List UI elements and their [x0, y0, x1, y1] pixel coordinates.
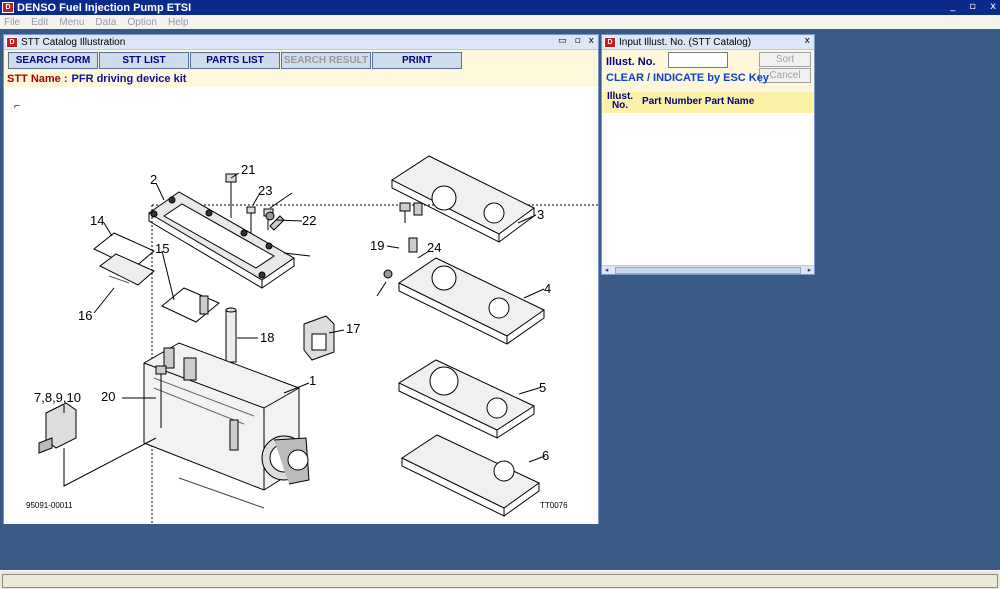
denso-app-icon: D [2, 2, 14, 13]
part-11-13-gaskets [94, 233, 154, 285]
stt-name-label: STT Name : [7, 73, 68, 85]
illustration-toolbar: SEARCH FORM STT LIST PARTS LIST SEARCH R… [4, 50, 598, 70]
callout-11: 14 [90, 213, 104, 228]
menu-edit[interactable]: Edit [31, 17, 48, 28]
app-titlebar: D DENSO Fuel Injection Pump ETSI _ ▫ x [0, 0, 1000, 15]
callout-14: 17 [346, 321, 360, 336]
callout-12: 15 [155, 241, 169, 256]
minimize-icon[interactable]: ▭ [558, 36, 567, 46]
parts-list-header: Illust. No. Part Number Part Name [602, 92, 814, 113]
parts-list-button[interactable]: PARTS LIST [190, 52, 280, 69]
col-part-header: Part Number Part Name [642, 96, 754, 107]
illustration-window-title: STT Catalog Illustration [21, 37, 125, 48]
callout-17: 20 [101, 389, 115, 404]
menu-data[interactable]: Data [95, 17, 116, 28]
input-window-title: Input Illust. No. (STT Catalog) [619, 37, 751, 48]
callout-2: 2 [150, 172, 157, 187]
callout-3: 3 [537, 207, 544, 222]
denso-window-icon: D [6, 37, 18, 48]
denso-window-icon: D [604, 37, 616, 48]
callout-1: 1 [309, 373, 316, 388]
part-4-plate [399, 238, 544, 344]
part-7-10-bracket [39, 403, 156, 486]
exploded-parts-drawing: 2 21 23 22 14 15 16 18 17 1 20 7,8,9,10 … [4, 88, 598, 524]
restore-icon[interactable]: ▫ [969, 1, 976, 12]
part-15-pin [226, 308, 236, 362]
callout-4: 4 [544, 281, 551, 296]
part-1-pump-body [144, 343, 309, 508]
status-field [2, 574, 998, 588]
restore-icon[interactable]: ▫ [575, 36, 581, 46]
menu-help[interactable]: Help [168, 17, 189, 28]
stt-list-button[interactable]: STT LIST [99, 52, 189, 69]
stt-catalog-illustration-window: D STT Catalog Illustration ▭ ▫ x SEARCH … [3, 34, 599, 524]
part-6-plate [402, 435, 539, 516]
sort-button[interactable]: Sort [759, 52, 811, 67]
stt-name-value: PFR driving device kit [72, 73, 187, 85]
minimize-icon[interactable]: _ [950, 1, 955, 12]
callout-20: 23 [258, 183, 272, 198]
close-icon[interactable]: x [589, 36, 594, 46]
callout-7-8-9-10: 7,8,9,10 [34, 390, 81, 405]
search-result-button[interactable]: SEARCH RESULT [281, 52, 371, 69]
callout-6: 6 [542, 448, 549, 463]
part-12 [162, 288, 219, 322]
horizontal-scrollbar[interactable]: ◂ ▸ [602, 265, 814, 274]
part-5-plate [399, 360, 534, 438]
window-controls: _ ▫ x [950, 1, 996, 12]
col-illust-no-header: Illust. No. [604, 92, 636, 110]
scroll-left-icon[interactable]: ◂ [602, 266, 611, 274]
search-form-button[interactable]: SEARCH FORM [8, 52, 98, 69]
illust-no-input[interactable] [668, 52, 728, 68]
callout-5: 5 [539, 380, 546, 395]
scroll-right-icon[interactable]: ▸ [805, 266, 814, 274]
menu-file[interactable]: File [4, 17, 20, 28]
app-title: DENSO Fuel Injection Pump ETSI [17, 2, 191, 14]
part-14-clamp [304, 316, 334, 360]
part-3-plate [392, 156, 534, 242]
callout-13: 16 [78, 308, 92, 323]
close-icon[interactable]: x [805, 36, 810, 46]
illustration-titlebar: D STT Catalog Illustration ▭ ▫ x [4, 35, 598, 50]
input-controls: Illust. No. Sort Cancel CLEAR / INDICATE… [602, 50, 814, 92]
illust-no-label: Illust. No. [606, 56, 656, 68]
clear-indicate-hint: CLEAR / INDICATE by ESC Key [606, 72, 769, 84]
corner-mark: ⌐ [14, 101, 20, 112]
scroll-track[interactable] [611, 267, 805, 274]
menu-menu[interactable]: Menu [59, 17, 84, 28]
input-illust-no-window: D Input Illust. No. (STT Catalog) x Illu… [601, 34, 815, 275]
drawing-code-left: 95091-00011 [26, 501, 73, 510]
callout-19: 22 [302, 213, 316, 228]
close-icon[interactable]: x [990, 1, 996, 12]
col-illust-line2: No. [604, 101, 636, 110]
stt-name-row: STT Name : PFR driving device kit [4, 70, 598, 87]
illustration-window-controls: ▭ ▫ x [558, 36, 594, 46]
status-bar [0, 570, 1000, 589]
parts-list-body[interactable] [602, 113, 814, 263]
input-window-titlebar: D Input Illust. No. (STT Catalog) x [602, 35, 814, 50]
callout-18: 21 [241, 162, 255, 177]
callout-15: 18 [260, 330, 274, 345]
input-window-controls: x [805, 36, 810, 46]
menu-bar: File Edit Menu Data Option Help [0, 15, 1000, 29]
menu-option[interactable]: Option [128, 17, 157, 28]
drawing-code-right: TT0076 [540, 501, 568, 510]
callout-21: 24 [427, 240, 441, 255]
scroll-thumb[interactable] [615, 267, 801, 274]
callout-16: 19 [370, 238, 384, 253]
print-button[interactable]: PRINT [372, 52, 462, 69]
